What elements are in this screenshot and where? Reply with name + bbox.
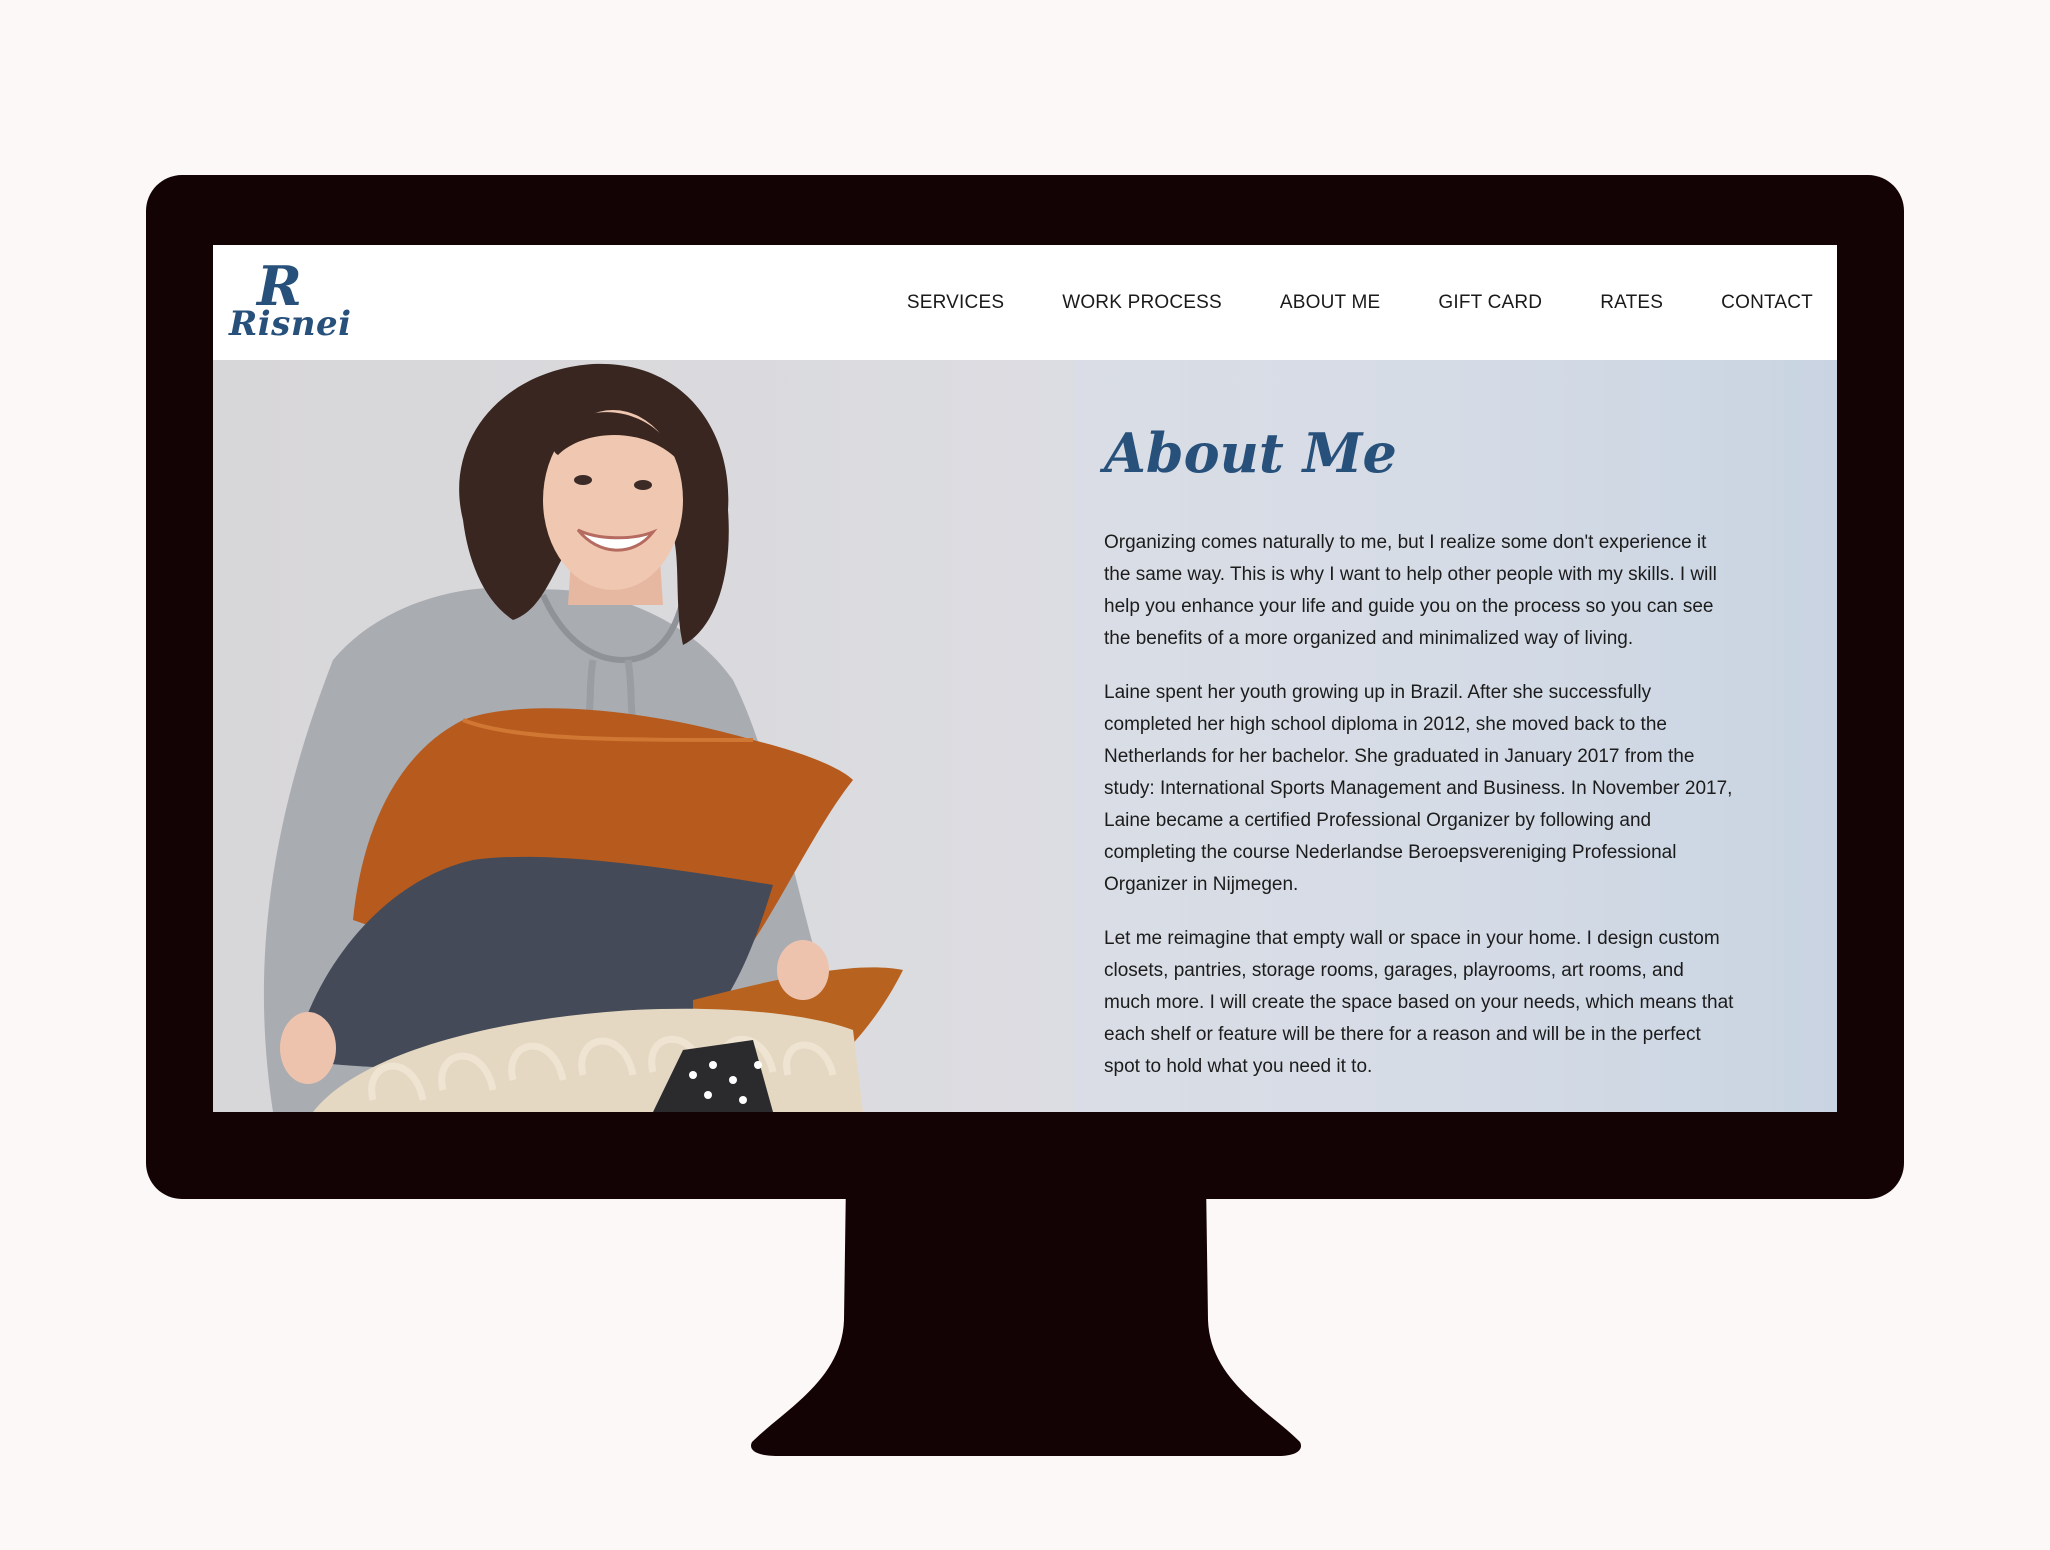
hero-photo bbox=[213, 360, 1073, 1112]
logo-wordmark: Risnei bbox=[229, 304, 352, 344]
nav-item-work-process[interactable]: WORK PROCESS bbox=[1062, 292, 1222, 314]
nav-item-rates[interactable]: RATES bbox=[1600, 292, 1663, 314]
about-section: About Me Organizing comes naturally to m… bbox=[213, 360, 1837, 1112]
brand-logo[interactable]: R Risnei bbox=[229, 259, 352, 351]
nav-item-services[interactable]: SERVICES bbox=[907, 292, 1004, 314]
about-paragraph: Organizing comes naturally to me, but I … bbox=[1104, 532, 1717, 650]
about-paragraph: Laine spent her youth growing up in Braz… bbox=[1104, 682, 1733, 896]
page-title: About Me bbox=[1104, 421, 1397, 485]
about-content: About Me Organizing comes naturally to m… bbox=[1104, 421, 1734, 1105]
nav-item-about-me[interactable]: ABOUT ME bbox=[1280, 292, 1381, 314]
website-screen: R Risnei SERVICES WORK PROCESS ABOUT ME … bbox=[213, 245, 1837, 1112]
nav-item-gift-card[interactable]: GIFT CARD bbox=[1438, 292, 1542, 314]
nav-item-contact[interactable]: CONTACT bbox=[1721, 292, 1813, 314]
monitor-stand-base bbox=[751, 1180, 1302, 1456]
site-header: R Risnei SERVICES WORK PROCESS ABOUT ME … bbox=[213, 245, 1837, 360]
about-paragraph: Let me reimagine that empty wall or spac… bbox=[1104, 928, 1734, 1078]
main-nav: SERVICES WORK PROCESS ABOUT ME GIFT CARD… bbox=[907, 245, 1813, 360]
